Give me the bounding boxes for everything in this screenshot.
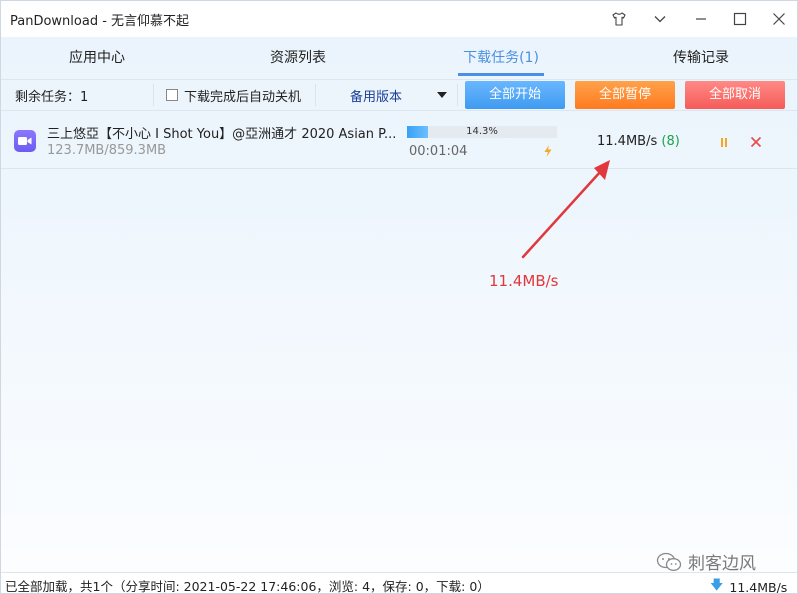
task-toolbar: 剩余任务：1 下载完成后自动关机 备用版本 <box>1 79 797 111</box>
download-task-row[interactable]: 三上悠亞【不小心 I Shot You】@亞洲通才 2020 Asian P..… <box>1 113 797 169</box>
total-speed-value: 11.4MB/s <box>729 579 788 594</box>
task-file-size: 123.7MB/859.3MB <box>47 143 167 158</box>
pause-all-button[interactable]: 全部暂停 <box>575 81 675 109</box>
version-select[interactable]: 备用版本 <box>331 80 451 110</box>
task-progress-bar: 14.3% <box>407 126 557 138</box>
tab-transfer-history[interactable]: 传输记录 <box>651 39 751 77</box>
task-speed: 11.4MB/s (8) <box>597 134 680 149</box>
tab-download-tasks[interactable]: 下载任务(1) <box>449 39 553 77</box>
toolbar-divider <box>457 84 458 106</box>
main-tabs: 应用中心 资源列表 下载任务(1) 传输记录 <box>1 39 797 77</box>
task-speed-value: 11.4MB/s <box>597 134 658 149</box>
cancel-all-button[interactable]: 全部取消 <box>685 81 785 109</box>
close-icon[interactable] <box>767 7 791 31</box>
wechat-icon <box>656 552 682 571</box>
maximize-icon[interactable] <box>728 7 752 31</box>
auto-shutdown-label: 下载完成后自动关机 <box>184 89 302 105</box>
tab-resource-list[interactable]: 资源列表 <box>248 39 348 77</box>
pause-icon[interactable] <box>717 135 731 149</box>
annotation-arrow <box>521 160 610 259</box>
toolbar-divider <box>153 84 154 106</box>
window-title: PanDownload - 无言仰慕不起 <box>10 14 190 29</box>
title-bar: PanDownload - 无言仰慕不起 <box>1 1 797 37</box>
status-text: 已全部加载，共1个（分享时间: 2021-05-22 17:46:06，浏览: … <box>5 579 490 594</box>
auto-shutdown-checkbox[interactable] <box>166 89 178 101</box>
chevron-down-icon[interactable] <box>648 7 672 31</box>
total-speed: 🡇 11.4MB/s <box>710 576 788 594</box>
skin-icon[interactable] <box>607 7 631 31</box>
active-tab-indicator <box>458 73 544 76</box>
progress-percent: 14.3% <box>466 126 498 137</box>
delete-task-icon[interactable] <box>748 134 764 150</box>
task-file-name: 三上悠亞【不小心 I Shot You】@亞洲通才 2020 Asian P..… <box>47 127 397 142</box>
tab-app-center[interactable]: 应用中心 <box>47 39 147 77</box>
toolbar-divider <box>315 84 316 106</box>
video-file-icon <box>14 130 36 152</box>
start-all-button[interactable]: 全部开始 <box>465 81 565 109</box>
status-bar: 已全部加载，共1个（分享时间: 2021-05-22 17:46:06，浏览: … <box>1 572 797 594</box>
speed-annotation: 11.4MB/s <box>489 272 559 290</box>
watermark-text: 刺客边风 <box>688 554 756 574</box>
remaining-tasks: 剩余任务：1 <box>15 89 89 105</box>
version-select-value: 备用版本 <box>350 89 403 105</box>
auto-shutdown-option[interactable]: 下载完成后自动关机 <box>166 80 301 110</box>
download-arrow-icon: 🡇 <box>710 578 724 593</box>
task-elapsed-time: 00:01:04 <box>409 144 468 159</box>
task-connections: (8) <box>661 134 680 149</box>
caret-down-icon <box>437 92 447 98</box>
app-window: PanDownload - 无言仰慕不起 应用中心 资源列表 下载任务(1) 传… <box>0 0 798 594</box>
watermark: 刺客边风 <box>656 549 756 574</box>
minimize-icon[interactable] <box>689 7 713 31</box>
